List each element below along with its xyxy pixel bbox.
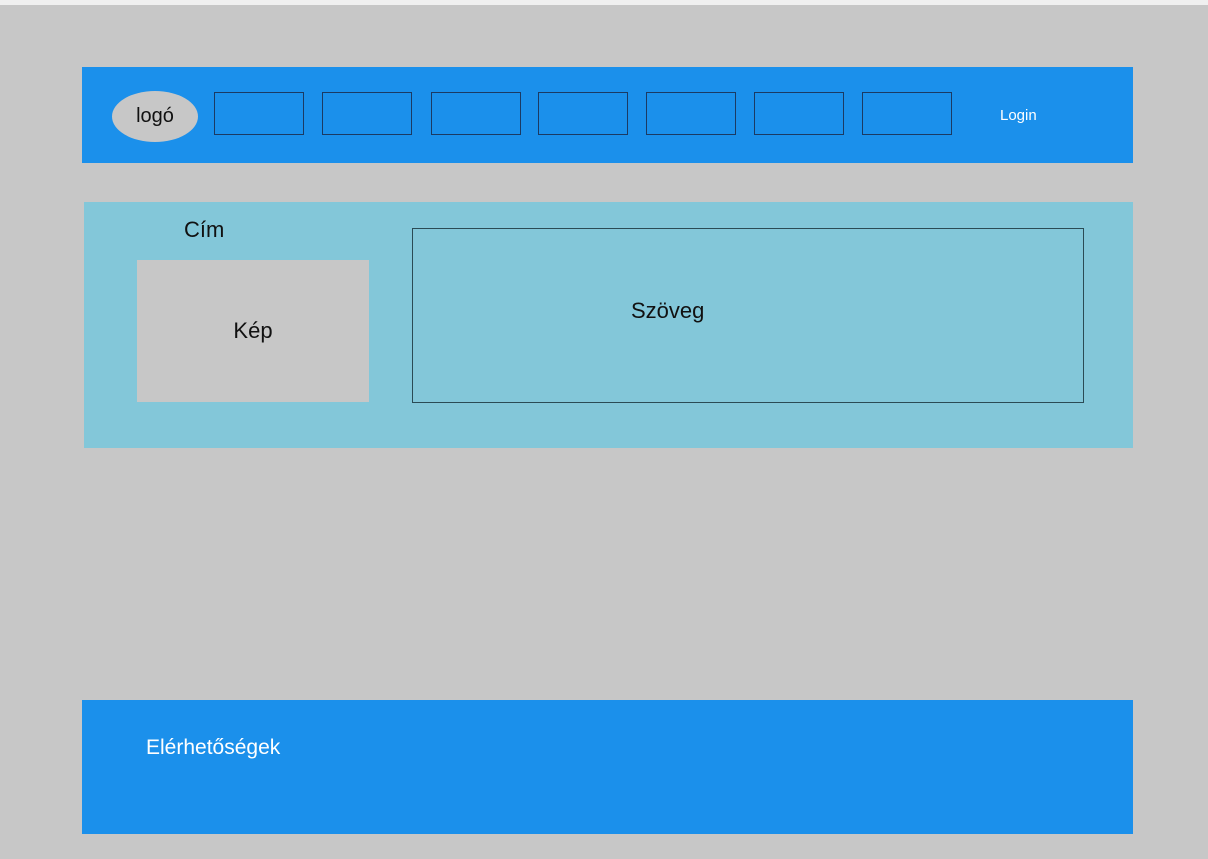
text-placeholder-label: Szöveg: [631, 298, 705, 323]
content-panel: Cím Kép Szöveg: [84, 202, 1133, 448]
header-bar: logó Login: [82, 67, 1133, 163]
login-link[interactable]: Login: [1000, 107, 1037, 124]
logo[interactable]: logó: [112, 91, 198, 142]
footer-bar: Elérhetőségek: [82, 700, 1133, 834]
text-placeholder: Szöveg: [412, 228, 1084, 403]
image-placeholder: Kép: [137, 260, 369, 402]
page-title: Cím: [184, 217, 225, 242]
nav-item-7[interactable]: [862, 92, 952, 135]
image-placeholder-label: Kép: [233, 318, 273, 343]
nav-item-6[interactable]: [754, 92, 844, 135]
top-divider: [0, 0, 1208, 5]
nav-item-2[interactable]: [322, 92, 412, 135]
nav-item-5[interactable]: [646, 92, 736, 135]
contacts-label: Elérhetőségek: [146, 736, 281, 759]
nav-item-3[interactable]: [431, 92, 521, 135]
nav-item-4[interactable]: [538, 92, 628, 135]
nav-item-1[interactable]: [214, 92, 304, 135]
